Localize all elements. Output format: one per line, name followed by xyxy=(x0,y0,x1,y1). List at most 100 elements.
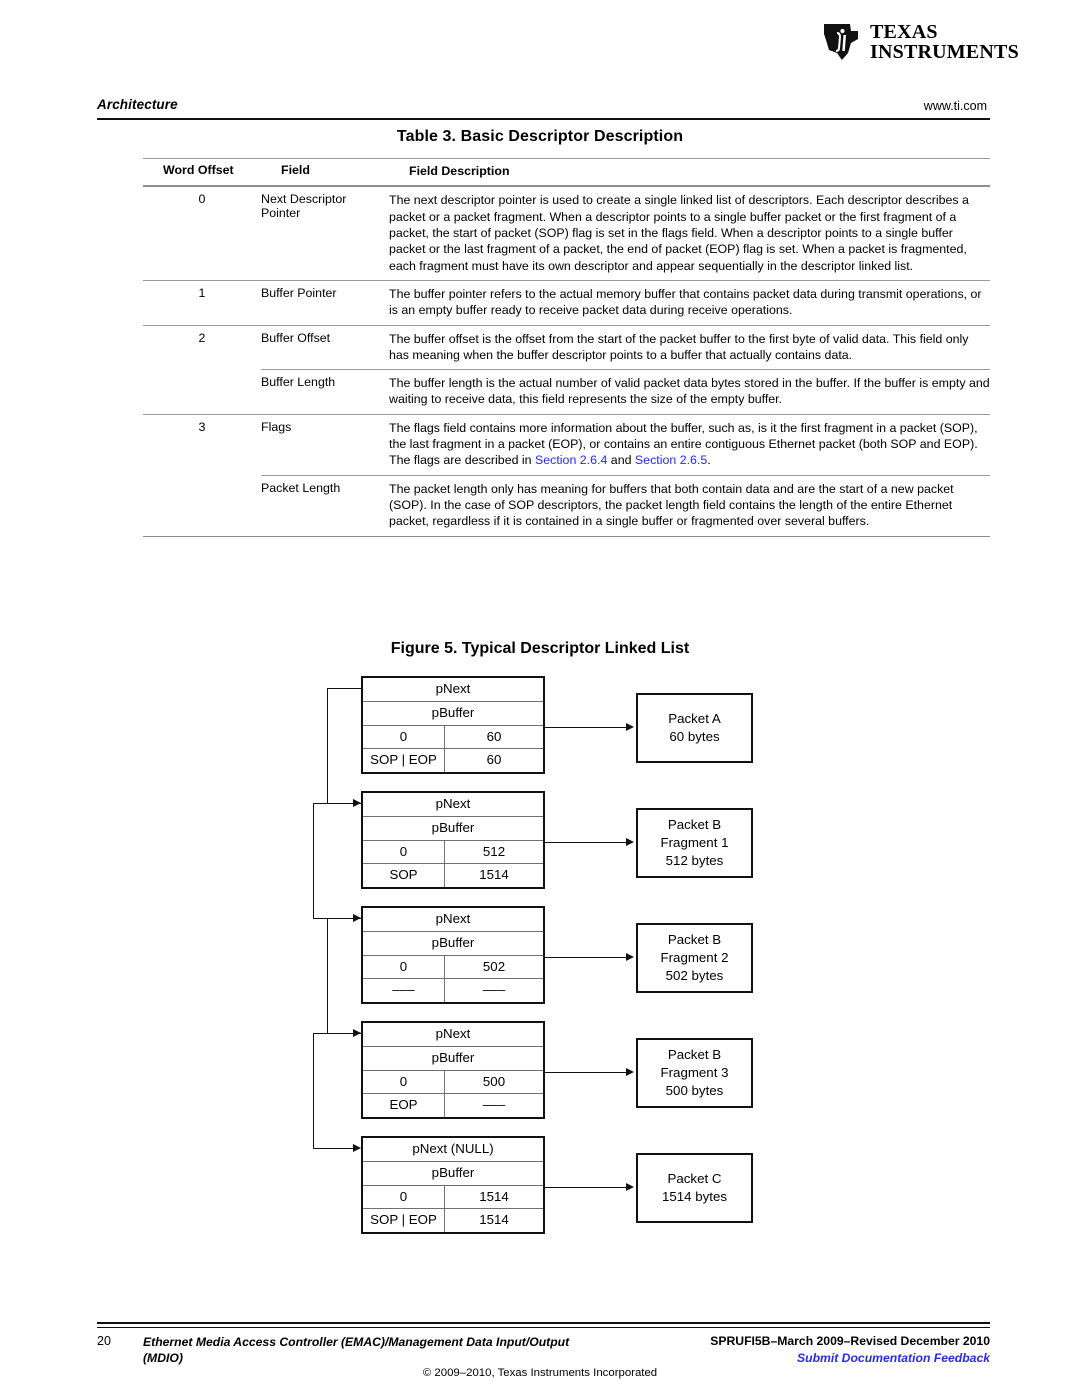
packet-length-value: 1514 xyxy=(479,867,509,883)
running-header: Architecture www.ti.com xyxy=(97,97,987,117)
buffer-arrow-line xyxy=(545,1187,628,1189)
packet-line-1: Packet B xyxy=(667,1047,722,1063)
pbuffer-label: pBuffer xyxy=(431,934,475,950)
packet-line-1: Packet B xyxy=(667,817,722,833)
copyright-notice: © 2009–2010, Texas Instruments Incorpora… xyxy=(422,1367,658,1379)
pnext-link-line xyxy=(327,918,362,920)
descriptor-pnext-row: pNext xyxy=(363,678,543,702)
pbuffer-label: pBuffer xyxy=(431,819,475,835)
descriptor-pnext-row: pNext xyxy=(363,793,543,817)
running-head-chapter: Architecture xyxy=(97,97,178,112)
buffer-arrow-head-icon xyxy=(626,1068,634,1076)
cell-field: Next Descriptor Pointer xyxy=(261,192,347,221)
packet-length-value: ––– xyxy=(482,982,506,998)
descriptor-offset-length-row: 0 60 xyxy=(363,725,543,750)
buffer-arrow-line xyxy=(545,957,628,959)
logo-line-instruments: INSTRUMENTS xyxy=(870,41,1019,63)
column-header-field: Field xyxy=(281,163,310,177)
descriptor-pbuffer-row: pBuffer xyxy=(363,932,543,956)
descriptor-pbuffer-row: pBuffer xyxy=(363,817,543,841)
table-row: 3 Flags The flags field contains more in… xyxy=(143,415,990,475)
descriptor-block: pNext (NULL) pBuffer 0 1514 SOP | EOP 1514 xyxy=(361,1136,545,1235)
packet-line-2: 1514 bytes xyxy=(661,1189,728,1204)
table-title: Table 3. Basic Descriptor Description xyxy=(396,128,684,145)
figure-title: Figure 5. Typical Descriptor Linked List xyxy=(390,640,690,657)
descriptor-offset-length-row: 0 1514 xyxy=(363,1185,543,1210)
description-text-part2: and xyxy=(607,453,635,468)
packet-length-value: 60 xyxy=(486,752,502,768)
cell-word-offset: 3 xyxy=(198,419,206,434)
pnext-label: pNext xyxy=(435,911,471,926)
descriptor-pnext-row: pNext (NULL) xyxy=(363,1138,543,1162)
buffer-arrow-line xyxy=(545,727,628,729)
buffer-arrow-head-icon xyxy=(626,1183,634,1191)
cell-word-offset: 1 xyxy=(198,285,206,300)
link-section-2-6-4[interactable]: Section 2.6.4 xyxy=(535,453,607,467)
descriptor-pnext-row: pNext xyxy=(363,1023,543,1047)
column-header-field-description: Field Description xyxy=(409,164,510,178)
packet-box: Packet B Fragment 3 500 bytes xyxy=(636,1038,753,1108)
table-row: 0 Next Descriptor Pointer The next descr… xyxy=(143,187,990,280)
document-page: TEXAS INSTRUMENTS Architecture www.ti.co… xyxy=(0,0,1080,1397)
buffer-offset-value: 0 xyxy=(363,1070,445,1094)
descriptor-block: pNext pBuffer 0 60 SOP | EOP 60 xyxy=(361,676,545,775)
flags-value: SOP xyxy=(363,864,445,888)
packet-line-1: Packet B xyxy=(667,932,722,948)
pbuffer-label: pBuffer xyxy=(431,704,475,720)
packet-line-2: Fragment 3 xyxy=(660,1065,729,1081)
packet-length-value: 1514 xyxy=(479,1212,509,1228)
flags-value: ––– xyxy=(363,979,445,1003)
texas-instruments-mark-icon xyxy=(824,24,858,60)
cell-description: The next descriptor pointer is used to c… xyxy=(389,193,969,273)
pnext-link-line xyxy=(327,918,329,1033)
footer-rule-bottom xyxy=(97,1327,990,1328)
pnext-link-line xyxy=(313,1148,357,1150)
pnext-link-line xyxy=(327,688,362,690)
running-head-url[interactable]: www.ti.com xyxy=(924,99,987,113)
table-row: 2 Buffer Offset The buffer offset is the… xyxy=(143,326,990,370)
buffer-length-value: 60 xyxy=(486,728,502,744)
cell-description: The buffer pointer refers to the actual … xyxy=(389,286,982,318)
flags-value: SOP | EOP xyxy=(363,749,445,773)
ti-wordmark: TEXAS INSTRUMENTS xyxy=(870,22,1019,62)
cell-field: Buffer Pointer xyxy=(261,285,337,300)
pnext-link-line xyxy=(313,803,315,918)
packet-box: Packet C 1514 bytes xyxy=(636,1153,753,1223)
buffer-offset-value: 0 xyxy=(363,1185,445,1209)
descriptor-pbuffer-row: pBuffer xyxy=(363,1047,543,1071)
descriptor-offset-length-row: 0 502 xyxy=(363,955,543,980)
packet-line-3: 500 bytes xyxy=(665,1082,724,1098)
basic-descriptor-table: Word Offset Field Field Description 0 Ne… xyxy=(143,158,990,537)
descriptor-block: pNext pBuffer 0 502 ––– ––– xyxy=(361,906,545,1005)
pnext-label: pNext (NULL) xyxy=(412,1141,494,1156)
pnext-link-line xyxy=(313,1033,315,1148)
buffer-length-value: 512 xyxy=(482,843,506,859)
column-header-word-offset: Word Offset xyxy=(163,163,234,177)
buffer-arrow-head-icon xyxy=(626,838,634,846)
descriptor-linked-list-diagram: pNext pBuffer 0 60 SOP | EOP 60 Packet A 6… xyxy=(310,672,780,1242)
buffer-length-value: 502 xyxy=(482,958,506,974)
footer-rule-top xyxy=(97,1322,990,1324)
table-row: 1 Buffer Pointer The buffer pointer refe… xyxy=(143,281,990,325)
descriptor-pbuffer-row: pBuffer xyxy=(363,702,543,726)
buffer-length-value: 1514 xyxy=(479,1188,509,1204)
cell-word-offset: 2 xyxy=(198,330,206,345)
buffer-arrow-head-icon xyxy=(626,723,634,731)
link-section-2-6-5[interactable]: Section 2.6.5 xyxy=(635,453,707,467)
descriptor-flags-row: SOP | EOP 1514 xyxy=(363,1209,543,1233)
submit-feedback-link[interactable]: Submit Documentation Feedback xyxy=(797,1351,990,1365)
descriptor-pbuffer-row: pBuffer xyxy=(363,1162,543,1186)
cell-word-offset xyxy=(143,476,261,487)
cell-field: Buffer Length xyxy=(261,375,336,390)
descriptor-flags-row: SOP | EOP 60 xyxy=(363,749,543,773)
flags-value: EOP xyxy=(363,1094,445,1118)
packet-box: Packet B Fragment 1 512 bytes xyxy=(636,808,753,878)
buffer-arrow-line xyxy=(545,1072,628,1074)
buffer-offset-value: 0 xyxy=(363,955,445,979)
descriptor-block: pNext pBuffer 0 500 EOP ––– xyxy=(361,1021,545,1120)
pnext-label: pNext xyxy=(435,1026,471,1041)
footer-document-title: Ethernet Media Access Controller (EMAC)/… xyxy=(143,1335,570,1366)
table-bottom-rule xyxy=(143,535,990,537)
table-row: Buffer Length The buffer length is the a… xyxy=(143,370,990,414)
descriptor-flags-row: EOP ––– xyxy=(363,1094,543,1118)
